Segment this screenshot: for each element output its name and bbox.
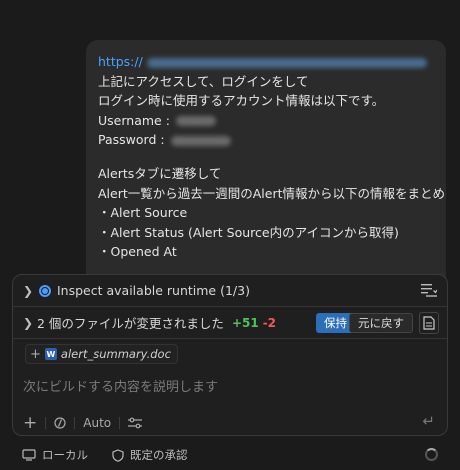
divider: [74, 417, 76, 429]
prompt-input[interactable]: 次にビルドする内容を説明します: [23, 376, 218, 395]
bullet-item: ・Opened At: [98, 244, 177, 260]
composer-toolbar: + Auto: [23, 413, 143, 433]
approval-label: 既定の承認: [130, 448, 188, 462]
shield-icon: [112, 448, 124, 462]
message-line: Alert一覧から過去一週間のAlert情報から以下の情報をまとめて: [98, 185, 446, 201]
divider: [45, 417, 47, 429]
message-line: Alertsタブに遷移して: [98, 165, 222, 181]
user-message-bubble: https:// 上記にアクセスして、ログインをして ログイン時に使用するアカウ…: [86, 40, 446, 290]
changes-row[interactable]: ❯ 2 個のファイルが変更されました +51 -2 保持 元に戻す: [13, 307, 447, 339]
bullet-item: ・Alert Status (Alert Source内のアイコンから取得): [98, 224, 399, 240]
task-label: Inspect available runtime (1/3): [57, 283, 250, 298]
view-changes-button[interactable]: [419, 312, 439, 334]
task-status-icon: [39, 284, 51, 297]
loading-spinner-icon: [425, 448, 438, 461]
local-label: ローカル: [42, 448, 88, 462]
chevron-right-icon[interactable]: ❯: [23, 316, 37, 330]
redacted-url: [146, 57, 427, 68]
add-button[interactable]: +: [23, 413, 37, 433]
attached-file-name: alert_summary.doc: [60, 347, 171, 361]
redacted-password: [170, 135, 231, 146]
password-label: Password :: [98, 132, 165, 148]
model-selector[interactable]: Auto: [83, 416, 111, 430]
attached-file-chip[interactable]: + W alert_summary.doc: [25, 344, 178, 364]
redacted-username: [175, 116, 216, 127]
undo-button[interactable]: 元に戻す: [349, 313, 413, 333]
password-line: Password :: [98, 130, 434, 150]
mode-icon: [54, 417, 66, 429]
status-bar: ローカル 既定の承認: [0, 440, 460, 470]
sliders-icon: [128, 417, 143, 429]
approval-mode-item[interactable]: 既定の承認: [112, 447, 188, 463]
divider: [119, 417, 121, 429]
word-file-icon: W: [44, 348, 57, 360]
mode-button[interactable]: [54, 417, 66, 429]
task-list-icon[interactable]: [421, 283, 437, 297]
changes-label: 2 個のファイルが変更されました: [37, 316, 224, 331]
username-line: Username :: [98, 111, 434, 131]
submit-icon[interactable]: ↵: [422, 412, 435, 430]
composer-panel: ❯ Inspect available runtime (1/3) ❯ 2 個の…: [12, 274, 448, 436]
chat-window: https:// 上記にアクセスして、ログインをして ログイン時に使用するアカウ…: [0, 0, 460, 470]
bullet-item: ・Alert Source: [98, 205, 188, 221]
task-row[interactable]: ❯ Inspect available runtime (1/3): [13, 275, 447, 307]
document-icon: [423, 316, 435, 330]
deletions-count: -2: [262, 315, 277, 330]
message-line: ログイン時に使用するアカウント情報は以下です。: [98, 93, 385, 109]
add-context-icon[interactable]: +: [30, 347, 41, 362]
local-environment-item[interactable]: ローカル: [22, 447, 88, 463]
additions-count: +51: [231, 315, 259, 330]
message-url-link[interactable]: https://: [98, 54, 143, 69]
settings-button[interactable]: [128, 417, 143, 429]
username-label: Username :: [98, 112, 170, 128]
message-line: 上記にアクセスして、ログインをして: [98, 73, 309, 89]
message-url-line: https://: [98, 52, 434, 72]
monitor-icon: [22, 449, 36, 461]
chevron-right-icon[interactable]: ❯: [23, 284, 37, 298]
